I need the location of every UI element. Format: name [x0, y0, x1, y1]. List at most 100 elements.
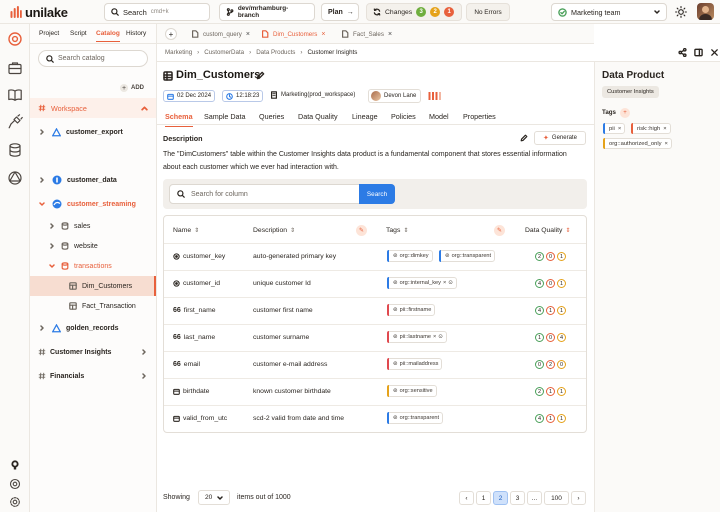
data-quality-indicator[interactable]: 4: [557, 333, 566, 342]
section-financials[interactable]: Financials: [30, 366, 156, 386]
page-1[interactable]: 1: [476, 491, 491, 505]
add-tag-icon[interactable]: +: [620, 108, 630, 118]
changes-button[interactable]: Changes 3 2 1: [366, 3, 462, 21]
data-quality-indicator[interactable]: 0: [546, 252, 555, 261]
data-quality-indicator[interactable]: 0: [535, 360, 544, 369]
close-icon[interactable]: ×: [246, 31, 250, 38]
tab-model[interactable]: Model: [429, 112, 449, 121]
column-tag[interactable]: ⊚ org::internal_key × ⊙: [387, 277, 457, 289]
close-icon[interactable]: [710, 48, 719, 57]
column-tag[interactable]: ⊚ pii::lastname × ⊙: [387, 331, 447, 343]
close-icon[interactable]: ×: [618, 126, 621, 132]
global-search-button[interactable]: Search cmd+k: [104, 3, 210, 21]
breadcrumb-item[interactable]: Data Products: [256, 49, 295, 56]
sidebar-layout-icon[interactable]: [694, 48, 703, 57]
branch-selector[interactable]: dev/mrhamburg-branch: [219, 3, 315, 21]
brand-logo[interactable]: unilake: [10, 5, 68, 20]
column-name-cell[interactable]: customer_key: [173, 253, 225, 260]
column-name-cell[interactable]: customer_id: [173, 280, 220, 287]
tab-queries[interactable]: Queries: [259, 112, 284, 121]
close-icon[interactable]: ×: [321, 31, 325, 38]
product-tag-pii[interactable]: pii ×: [603, 123, 626, 134]
info-icon[interactable]: ⊙: [448, 280, 453, 286]
rail-integrations[interactable]: [7, 114, 23, 130]
table-row[interactable]: valid_from_utc scd-2 valid from date and …: [164, 405, 586, 432]
page-2-current[interactable]: 2: [493, 491, 508, 505]
add-button[interactable]: + ADD: [120, 84, 144, 92]
share-icon[interactable]: [678, 48, 687, 57]
table-row[interactable]: 66 last_name customer surname ⊚ pii::lastnam…: [164, 324, 586, 351]
data-quality-indicator[interactable]: 2: [546, 360, 555, 369]
product-badge[interactable]: Customer Insights: [602, 86, 659, 98]
close-icon[interactable]: ×: [443, 280, 446, 286]
column-name-cell[interactable]: birthdate: [173, 388, 209, 395]
column-header-description[interactable]: Description ⇕: [253, 227, 295, 234]
tab-properties[interactable]: Properties: [463, 112, 496, 121]
errors-indicator[interactable]: No Errors: [466, 3, 510, 21]
column-tag[interactable]: ⊚ org::transparent: [439, 250, 496, 262]
rail-database[interactable]: [7, 142, 23, 158]
data-quality-indicator[interactable]: 1: [557, 387, 566, 396]
table-row[interactable]: 66 first_name customer first name ⊚ pii::fir…: [164, 297, 586, 324]
breadcrumb-item-current[interactable]: Customer Insights: [307, 49, 357, 56]
catalog-search-input[interactable]: Search catalog: [38, 50, 148, 67]
data-quality-indicator[interactable]: 0: [546, 333, 555, 342]
generate-button[interactable]: ✦ Generate: [534, 131, 586, 145]
tree-item-website[interactable]: website: [30, 236, 156, 256]
data-quality-indicator[interactable]: 4: [535, 414, 544, 423]
data-quality-indicator[interactable]: 1: [557, 279, 566, 288]
theme-toggle-sun-icon[interactable]: [675, 6, 687, 18]
data-quality-indicator[interactable]: 1: [535, 333, 544, 342]
data-quality-indicator[interactable]: 0: [546, 279, 555, 288]
prev-page-button[interactable]: ‹: [459, 491, 474, 505]
page-100[interactable]: 100: [544, 491, 569, 505]
table-row[interactable]: customer_id unique customer Id ⊚ org::inter…: [164, 270, 586, 297]
tab-policies[interactable]: Policies: [391, 112, 416, 121]
data-quality-indicator[interactable]: 1: [557, 414, 566, 423]
breadcrumb-item[interactable]: Marketing: [165, 49, 192, 56]
owner-chip[interactable]: Devon Lane: [368, 89, 422, 103]
column-name-cell[interactable]: 66 email: [173, 361, 200, 368]
tree-item-customer-data[interactable]: customer_data: [30, 170, 156, 190]
tab-fact-sales[interactable]: Fact_Sales ×: [341, 24, 392, 44]
breadcrumb-item[interactable]: CustomerData: [204, 49, 244, 56]
page-3[interactable]: 3: [510, 491, 525, 505]
user-avatar[interactable]: [697, 3, 714, 20]
edit-pencil-icon[interactable]: [520, 134, 528, 142]
column-search-button[interactable]: Search: [359, 184, 395, 204]
section-customer-insights[interactable]: Customer Insights: [30, 342, 156, 362]
column-header-data-quality[interactable]: Data Quality ⇕: [525, 227, 570, 234]
workspace-header[interactable]: Workspace: [30, 98, 156, 118]
column-header-tags[interactable]: Tags ⇕: [386, 227, 408, 234]
column-header-name[interactable]: Name ⇕: [173, 227, 199, 234]
rail-github[interactable]: [7, 457, 23, 473]
tree-item-golden-records[interactable]: golden_records: [30, 318, 156, 338]
table-row[interactable]: birthdate known customer birthdate ⊚ org::s…: [164, 378, 586, 405]
data-quality-indicator[interactable]: 1: [546, 414, 555, 423]
tree-item-sales[interactable]: sales: [30, 216, 156, 236]
rail-docs[interactable]: [7, 87, 23, 103]
sidebar-tab-history[interactable]: History: [126, 30, 146, 37]
data-quality-indicator[interactable]: 2: [535, 387, 544, 396]
column-name-cell[interactable]: 66 first_name: [173, 307, 216, 314]
sidebar-tab-project[interactable]: Project: [39, 30, 59, 37]
ai-tags-icon[interactable]: ✎: [494, 225, 505, 236]
data-quality-indicator[interactable]: 1: [557, 252, 566, 261]
product-tag-authorized-only[interactable]: org::authorized_only ×: [603, 138, 672, 149]
data-quality-indicator[interactable]: 4: [535, 279, 544, 288]
rail-products[interactable]: [7, 60, 23, 76]
column-tag[interactable]: ⊚ org::dimkey: [387, 250, 433, 262]
table-row[interactable]: customer_key auto-generated primary key ⊚ o…: [164, 243, 586, 270]
rail-home[interactable]: [7, 31, 23, 47]
close-icon[interactable]: ×: [388, 31, 392, 38]
column-tag[interactable]: ⊚ org::sensitive: [387, 385, 437, 397]
tab-dim-customers[interactable]: Dim_Customers ×: [261, 24, 325, 44]
info-icon[interactable]: ⊙: [438, 334, 443, 340]
ai-description-icon[interactable]: ✎: [356, 225, 367, 236]
plan-button[interactable]: Plan →: [321, 3, 359, 21]
team-selector[interactable]: Marketing team: [551, 3, 667, 21]
page-size-select[interactable]: 20: [198, 490, 230, 505]
column-tag[interactable]: ⊚ pii::mailaddress: [387, 358, 443, 370]
product-tag-risk-high[interactable]: risk::high ×: [631, 123, 671, 134]
rail-help[interactable]: [7, 476, 23, 492]
